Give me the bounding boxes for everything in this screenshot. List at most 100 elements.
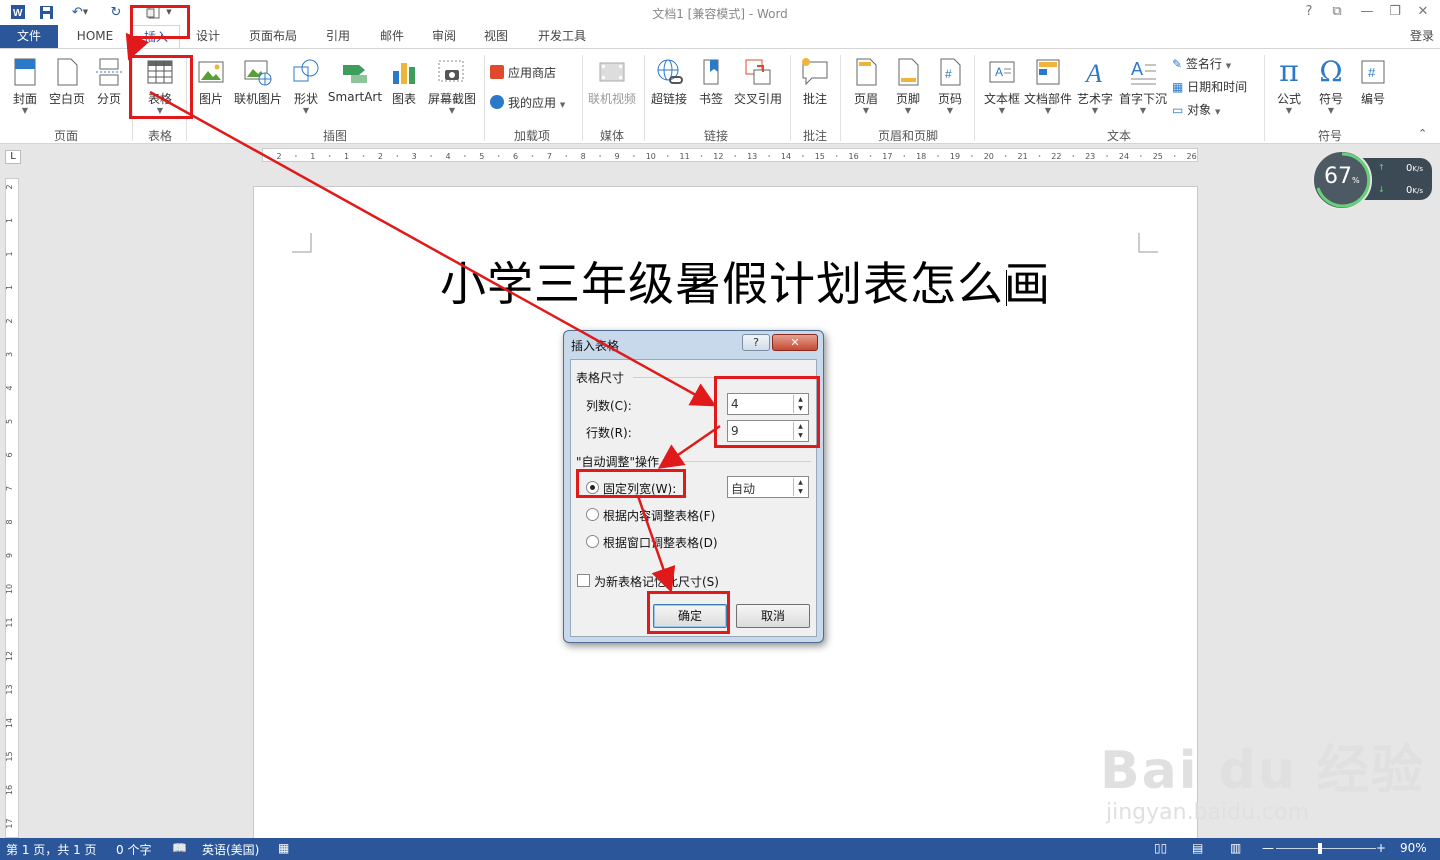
ruler-tick-label: 15: [815, 152, 825, 161]
remember-size-checkbox[interactable]: [577, 574, 590, 587]
cover-page-button[interactable]: 封面 ▼: [6, 53, 44, 115]
textbox-button[interactable]: A 文本框 ▼: [980, 53, 1024, 115]
screenshot-button[interactable]: 屏幕截图 ▼: [424, 53, 480, 115]
ruler-tick-mark: [328, 155, 331, 157]
symbol-button[interactable]: Ω 符号 ▼: [1312, 53, 1350, 115]
tab-insert[interactable]: 插入: [132, 25, 180, 48]
close-window-icon[interactable]: ✕: [1410, 2, 1436, 22]
cancel-button[interactable]: 取消: [736, 604, 810, 628]
collapse-ribbon-icon[interactable]: ⌃: [1418, 127, 1427, 140]
restore-icon[interactable]: ❐: [1382, 2, 1408, 22]
ruler-tick-label: 5: [479, 152, 484, 161]
tab-selector[interactable]: L: [5, 150, 21, 164]
ruler-tick-label: 8: [581, 152, 586, 161]
chart-button[interactable]: 图表: [386, 53, 422, 115]
autofit-contents-radio[interactable]: [586, 508, 599, 521]
ruler-tick-label: 24: [1119, 152, 1129, 161]
ruler-tick-mark: [802, 155, 804, 157]
footer-button[interactable]: 页脚 ▼: [890, 53, 926, 115]
tab-page-layout[interactable]: 页面布局: [240, 25, 306, 48]
calendar-icon: ▦: [1172, 80, 1184, 94]
chart-icon: [389, 57, 419, 87]
word-count[interactable]: 0 个字: [116, 841, 151, 858]
wordart-button[interactable]: A 艺术字 ▼: [1074, 53, 1116, 115]
hyperlink-button[interactable]: 超链接: [648, 53, 690, 115]
horizontal-ruler[interactable]: 2 1 1 2 3 4 5 6 7 8 9 10 11 12 13 14 15 16 17 18 19 20 21 22 23 2…: [262, 148, 1210, 162]
my-apps-button[interactable]: 我的应用 ▼: [490, 93, 565, 113]
numbering-button[interactable]: # 编号: [1354, 53, 1392, 115]
bookmark-button[interactable]: 书签: [694, 53, 728, 115]
read-mode-icon[interactable]: ▯▯: [1154, 841, 1167, 855]
table-icon: [145, 57, 175, 87]
print-layout-icon[interactable]: ▤: [1192, 841, 1203, 855]
page-count[interactable]: 第 1 页，共 1 页: [6, 841, 97, 858]
language-indicator[interactable]: 英语(美国): [202, 841, 259, 858]
svg-text:#: #: [1368, 65, 1376, 80]
drop-cap-button[interactable]: A 首字下沉 ▼: [1118, 53, 1168, 115]
login-link[interactable]: 登录: [1404, 25, 1440, 48]
picture-button[interactable]: 图片: [194, 53, 228, 115]
tab-home[interactable]: HOME: [66, 25, 124, 48]
dialog-close-button[interactable]: ✕: [772, 334, 818, 351]
quick-parts-button[interactable]: 文档部件 ▼: [1024, 53, 1072, 115]
comment-button[interactable]: 批注: [796, 53, 834, 115]
page-number-button[interactable]: # 页码 ▼: [932, 53, 968, 115]
smartart-button[interactable]: SmartArt: [326, 53, 384, 115]
margin-corner-marker: [1138, 233, 1158, 253]
online-picture-button[interactable]: 联机图片: [230, 53, 286, 115]
web-layout-icon[interactable]: ▥: [1230, 841, 1241, 855]
tab-design[interactable]: 设计: [186, 25, 230, 48]
object-icon: ▭: [1172, 103, 1184, 117]
blank-page-button[interactable]: 空白页: [46, 53, 88, 115]
cross-reference-button[interactable]: 交叉引用: [730, 53, 786, 115]
online-video-button[interactable]: 联机视频: [586, 53, 638, 115]
app-store-button[interactable]: 应用商店: [490, 63, 556, 83]
header-button[interactable]: 页眉 ▼: [848, 53, 884, 115]
minimize-icon[interactable]: —: [1354, 2, 1380, 22]
macro-record-icon[interactable]: ▦: [278, 841, 289, 855]
object-button[interactable]: ▭ 对象 ▼: [1172, 100, 1220, 120]
zoom-out-icon[interactable]: —: [1262, 841, 1274, 855]
cpu-percent: 67: [1324, 164, 1352, 189]
page-break-button[interactable]: 分页: [90, 53, 128, 115]
ribbon-display-options-icon[interactable]: ⧉: [1324, 2, 1350, 22]
ruler-tick-mark: [937, 155, 939, 157]
spinner-arrows-icon[interactable]: ▲ ▼: [793, 395, 807, 413]
group-links: 链接: [703, 129, 728, 143]
fixed-width-spinner[interactable]: 自动 ▲ ▼: [727, 476, 809, 498]
ruler-tick-label: 5: [6, 419, 14, 424]
zoom-slider-thumb[interactable]: [1318, 843, 1323, 854]
ruler-tick-label: 8: [6, 519, 14, 524]
cross-reference-icon: [743, 57, 773, 87]
fixed-width-radio[interactable]: [586, 481, 599, 494]
tab-references[interactable]: 引用: [316, 25, 360, 48]
autofit-window-radio[interactable]: [586, 535, 599, 548]
tab-file[interactable]: 文件: [0, 25, 58, 48]
rows-spinner[interactable]: 9 ▲ ▼: [727, 420, 809, 442]
ruler-tick-label: 15: [6, 751, 14, 761]
ruler-tick-label: 13: [6, 684, 14, 694]
zoom-slider[interactable]: [1276, 843, 1376, 854]
signature-line-button[interactable]: ✎ 签名行 ▼: [1172, 54, 1231, 74]
spinner-arrows-icon[interactable]: ▲ ▼: [793, 478, 807, 496]
tab-review[interactable]: 审阅: [422, 25, 466, 48]
equation-button[interactable]: π 公式 ▼: [1270, 53, 1308, 115]
dialog-help-button[interactable]: ?: [742, 334, 770, 351]
vertical-ruler[interactable]: 2111234567891011121314151617: [5, 178, 19, 838]
zoom-in-icon[interactable]: +: [1376, 841, 1386, 855]
tab-view[interactable]: 视图: [474, 25, 518, 48]
date-time-button[interactable]: ▦ 日期和时间: [1172, 77, 1247, 97]
shapes-button[interactable]: 形状 ▼: [288, 53, 324, 115]
tab-developer[interactable]: 开发工具: [528, 25, 596, 48]
ruler-tick-mark: [835, 155, 838, 157]
help-icon[interactable]: ?: [1296, 2, 1322, 22]
ok-button[interactable]: 确定: [653, 604, 727, 628]
network-monitor-widget[interactable]: 67 % ↑ 0K/s ↓ 0K/s: [1312, 150, 1432, 210]
tab-mailings[interactable]: 邮件: [370, 25, 414, 48]
proofing-icon[interactable]: 📖: [172, 841, 187, 855]
spinner-arrows-icon[interactable]: ▲ ▼: [793, 422, 807, 440]
zoom-level[interactable]: 90%: [1400, 841, 1427, 855]
table-button[interactable]: 表格 ▼: [138, 53, 182, 115]
ruler-tick-label: 2: [6, 184, 14, 189]
columns-spinner[interactable]: 4 ▲ ▼: [727, 393, 809, 415]
